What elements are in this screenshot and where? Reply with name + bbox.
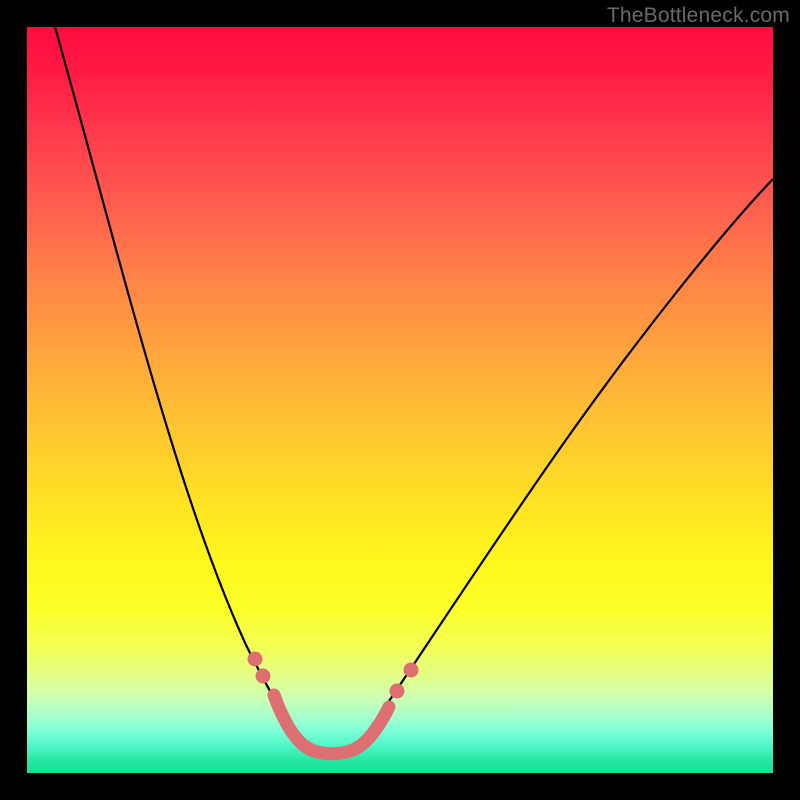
- watermark-text: TheBottleneck.com: [607, 4, 790, 28]
- curve-right: [357, 179, 773, 747]
- curve-left: [55, 27, 310, 747]
- plot-area: [27, 27, 773, 773]
- chart-frame: TheBottleneck.com: [0, 0, 800, 800]
- marker-dot: [404, 663, 419, 678]
- marker-dot: [390, 684, 405, 699]
- marker-dot: [256, 669, 271, 684]
- marker-dot: [248, 652, 263, 667]
- chart-svg: [27, 27, 773, 773]
- marker-arc: [274, 695, 389, 754]
